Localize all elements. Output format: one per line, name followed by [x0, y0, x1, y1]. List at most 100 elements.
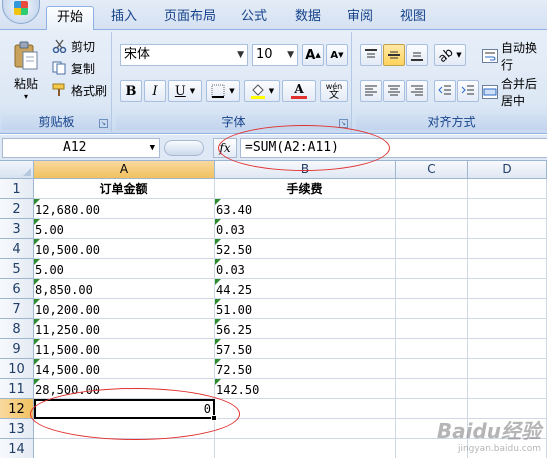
select-all-button[interactable] — [0, 161, 34, 179]
tab-data[interactable]: 数据 — [288, 6, 328, 30]
cell-b14[interactable] — [215, 439, 396, 458]
tab-review[interactable]: 审阅 — [340, 6, 380, 30]
cell-c11[interactable] — [396, 379, 468, 399]
cell-b4[interactable]: 52.50 — [215, 239, 396, 259]
cell-d8[interactable] — [468, 319, 547, 339]
font-color-button[interactable]: A — [282, 80, 316, 102]
align-center-button[interactable] — [383, 80, 405, 102]
cell-a6[interactable]: 8,850.00 — [34, 279, 215, 299]
cell-c10[interactable] — [396, 359, 468, 379]
cell-c2[interactable] — [396, 199, 468, 219]
cell-d10[interactable] — [468, 359, 547, 379]
cell-d4[interactable] — [468, 239, 547, 259]
row-header-11[interactable]: 11 — [0, 379, 34, 399]
cell-c1[interactable] — [396, 179, 468, 199]
cell-b5[interactable]: 0.03 — [215, 259, 396, 279]
cell-b11[interactable]: 142.50 — [215, 379, 396, 399]
phonetic-guide-button[interactable]: wén 文 — [320, 80, 348, 102]
cell-b8[interactable]: 56.25 — [215, 319, 396, 339]
align-left-button[interactable] — [360, 80, 382, 102]
insert-function-button[interactable]: fx — [213, 138, 237, 158]
row-header-7[interactable]: 7 — [0, 299, 34, 319]
row-header-9[interactable]: 9 — [0, 339, 34, 359]
office-button[interactable] — [2, 0, 40, 24]
italic-button[interactable]: I — [144, 80, 166, 102]
fill-handle[interactable] — [211, 415, 217, 421]
cell-a1[interactable]: 订单金额 — [34, 179, 215, 199]
shrink-font-button[interactable]: A ▼ — [326, 44, 348, 66]
cell-b13[interactable] — [215, 419, 396, 439]
merge-center-button[interactable]: 合并后居中 — [482, 77, 547, 108]
cut-button[interactable]: 剪切 — [52, 36, 95, 56]
formula-input[interactable]: =SUM(A2:A11) — [240, 138, 547, 158]
row-header-10[interactable]: 10 — [0, 359, 34, 379]
cell-c3[interactable] — [396, 219, 468, 239]
cell-a8[interactable]: 11,250.00 — [34, 319, 215, 339]
cell-a11[interactable]: 28,500.00 — [34, 379, 215, 399]
tab-formulas[interactable]: 公式 — [234, 6, 274, 30]
row-header-12[interactable]: 12 — [0, 399, 34, 419]
wrap-text-button[interactable]: 自动换行 — [482, 41, 547, 72]
decrease-indent-button[interactable] — [434, 80, 456, 102]
increase-indent-button[interactable] — [457, 80, 479, 102]
clipboard-dialog-launcher-icon[interactable]: ↘ — [99, 119, 108, 128]
row-header-4[interactable]: 4 — [0, 239, 34, 259]
cell-b9[interactable]: 57.50 — [215, 339, 396, 359]
column-header-d[interactable]: D — [468, 161, 547, 179]
cell-a10[interactable]: 14,500.00 — [34, 359, 215, 379]
cell-d5[interactable] — [468, 259, 547, 279]
cell-c9[interactable] — [396, 339, 468, 359]
row-header-13[interactable]: 13 — [0, 419, 34, 439]
cell-b10[interactable]: 72.50 — [215, 359, 396, 379]
align-top-button[interactable] — [360, 44, 382, 66]
row-header-6[interactable]: 6 — [0, 279, 34, 299]
borders-button[interactable]: ▼ — [206, 80, 240, 102]
cell-a14[interactable] — [34, 439, 215, 458]
cell-d11[interactable] — [468, 379, 547, 399]
cell-b6[interactable]: 44.25 — [215, 279, 396, 299]
row-header-3[interactable]: 3 — [0, 219, 34, 239]
cell-d9[interactable] — [468, 339, 547, 359]
align-middle-button[interactable] — [383, 44, 405, 66]
align-bottom-button[interactable] — [406, 44, 428, 66]
font-dialog-launcher-icon[interactable]: ↘ — [339, 119, 348, 128]
copy-button[interactable]: 复制 — [52, 58, 95, 78]
cell-c8[interactable] — [396, 319, 468, 339]
column-header-c[interactable]: C — [396, 161, 468, 179]
font-size-select[interactable]: 10 ▼ — [252, 44, 298, 66]
cell-b1[interactable]: 手续费 — [215, 179, 396, 199]
cell-a7[interactable]: 10,200.00 — [34, 299, 215, 319]
formula-bar-splitter[interactable] — [164, 140, 204, 156]
tab-insert[interactable]: 插入 — [103, 6, 145, 30]
row-header-8[interactable]: 8 — [0, 319, 34, 339]
cell-a4[interactable]: 10,500.00 — [34, 239, 215, 259]
name-box[interactable]: A12 ▼ — [2, 138, 160, 158]
column-header-b[interactable]: B — [215, 161, 396, 179]
underline-button[interactable]: U ▼ — [168, 80, 202, 102]
cell-c4[interactable] — [396, 239, 468, 259]
cell-a12[interactable]: 0 — [34, 399, 215, 419]
cell-d2[interactable] — [468, 199, 547, 219]
cell-c5[interactable] — [396, 259, 468, 279]
cell-b12[interactable] — [215, 399, 396, 419]
row-header-1[interactable]: 1 — [0, 179, 34, 199]
cell-d1[interactable] — [468, 179, 547, 199]
cell-b7[interactable]: 51.00 — [215, 299, 396, 319]
cell-a5[interactable]: 5.00 — [34, 259, 215, 279]
cell-a2[interactable]: 12,680.00 — [34, 199, 215, 219]
cell-d3[interactable] — [468, 219, 547, 239]
format-painter-button[interactable]: 格式刷 — [52, 80, 107, 100]
orientation-button[interactable]: ab ▼ — [434, 44, 466, 66]
align-right-button[interactable] — [406, 80, 428, 102]
cell-b2[interactable]: 63.40 — [215, 199, 396, 219]
cell-c7[interactable] — [396, 299, 468, 319]
cell-c6[interactable] — [396, 279, 468, 299]
cell-b3[interactable]: 0.03 — [215, 219, 396, 239]
cell-d7[interactable] — [468, 299, 547, 319]
bold-button[interactable]: B — [120, 80, 142, 102]
cell-a3[interactable]: 5.00 — [34, 219, 215, 239]
column-header-a[interactable]: A — [34, 161, 215, 179]
font-name-select[interactable]: 宋体 ▼ — [120, 44, 248, 66]
row-header-14[interactable]: 14 — [0, 439, 34, 458]
paste-button[interactable]: 粘贴 ▾ — [6, 34, 46, 108]
